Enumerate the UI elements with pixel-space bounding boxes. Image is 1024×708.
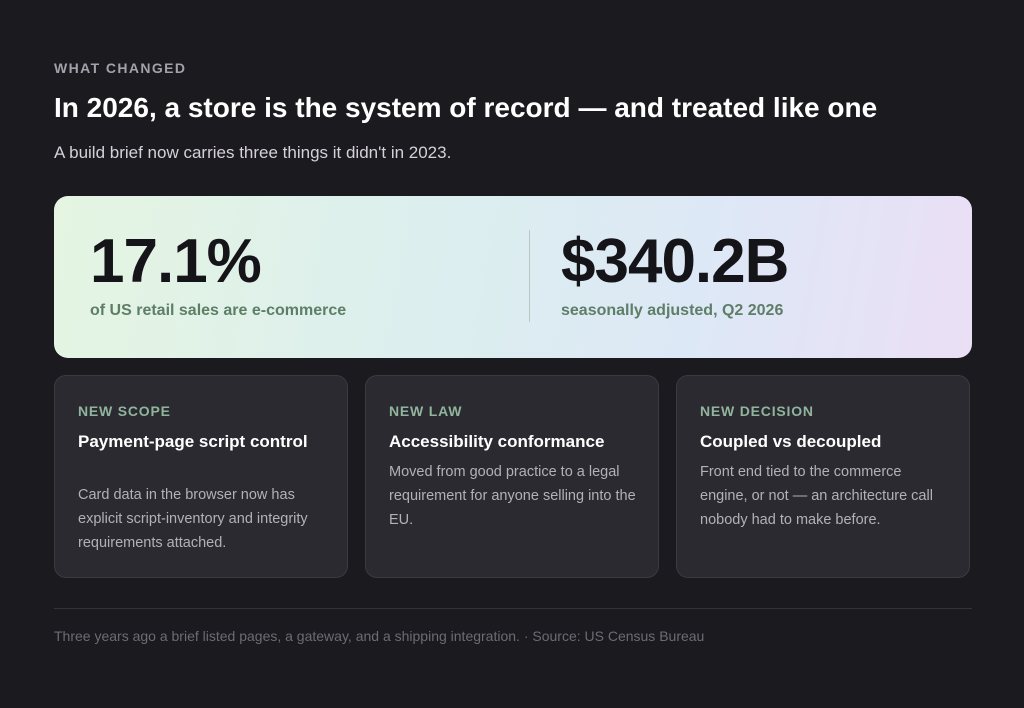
stats-panel: 17.1% of US retail sales are e-commerce … (54, 196, 972, 358)
card-new-decision: NEW DECISION Coupled vs decoupled Front … (676, 375, 970, 578)
stat-value: $340.2B (561, 227, 789, 296)
page-title: In 2026, a store is the system of record… (54, 92, 878, 123)
stat-caption: seasonally adjusted, Q2 2026 (561, 302, 784, 319)
stat-value: 17.1% (90, 227, 262, 296)
change-cards: NEW SCOPE Payment-page script control Ca… (54, 375, 972, 580)
card-title: Payment-page script control (78, 432, 308, 451)
card-body: Moved from good practice to a legal requ… (389, 464, 636, 528)
eyebrow-label: WHAT CHANGED (54, 60, 187, 76)
footer-divider (54, 608, 972, 609)
page: WHAT CHANGED In 2026, a store is the sys… (54, 0, 972, 708)
stat-caption: of US retail sales are e-commerce (90, 302, 347, 319)
card-tag: NEW LAW (389, 403, 463, 419)
card-new-scope: NEW SCOPE Payment-page script control Ca… (54, 375, 348, 578)
card-new-law: NEW LAW Accessibility conformance Moved … (365, 375, 659, 578)
card-tag: NEW SCOPE (78, 403, 171, 419)
card-body: Front end tied to the commerce engine, o… (700, 464, 933, 528)
page-subtitle: A build brief now carries three things i… (54, 143, 452, 162)
footer-note: Three years ago a brief listed pages, a … (54, 628, 705, 644)
card-body: Card data in the browser now has explici… (78, 487, 308, 551)
card-title: Accessibility conformance (389, 432, 605, 451)
card-title: Coupled vs decoupled (700, 432, 882, 451)
stat-divider (529, 230, 530, 322)
card-tag: NEW DECISION (700, 403, 814, 419)
